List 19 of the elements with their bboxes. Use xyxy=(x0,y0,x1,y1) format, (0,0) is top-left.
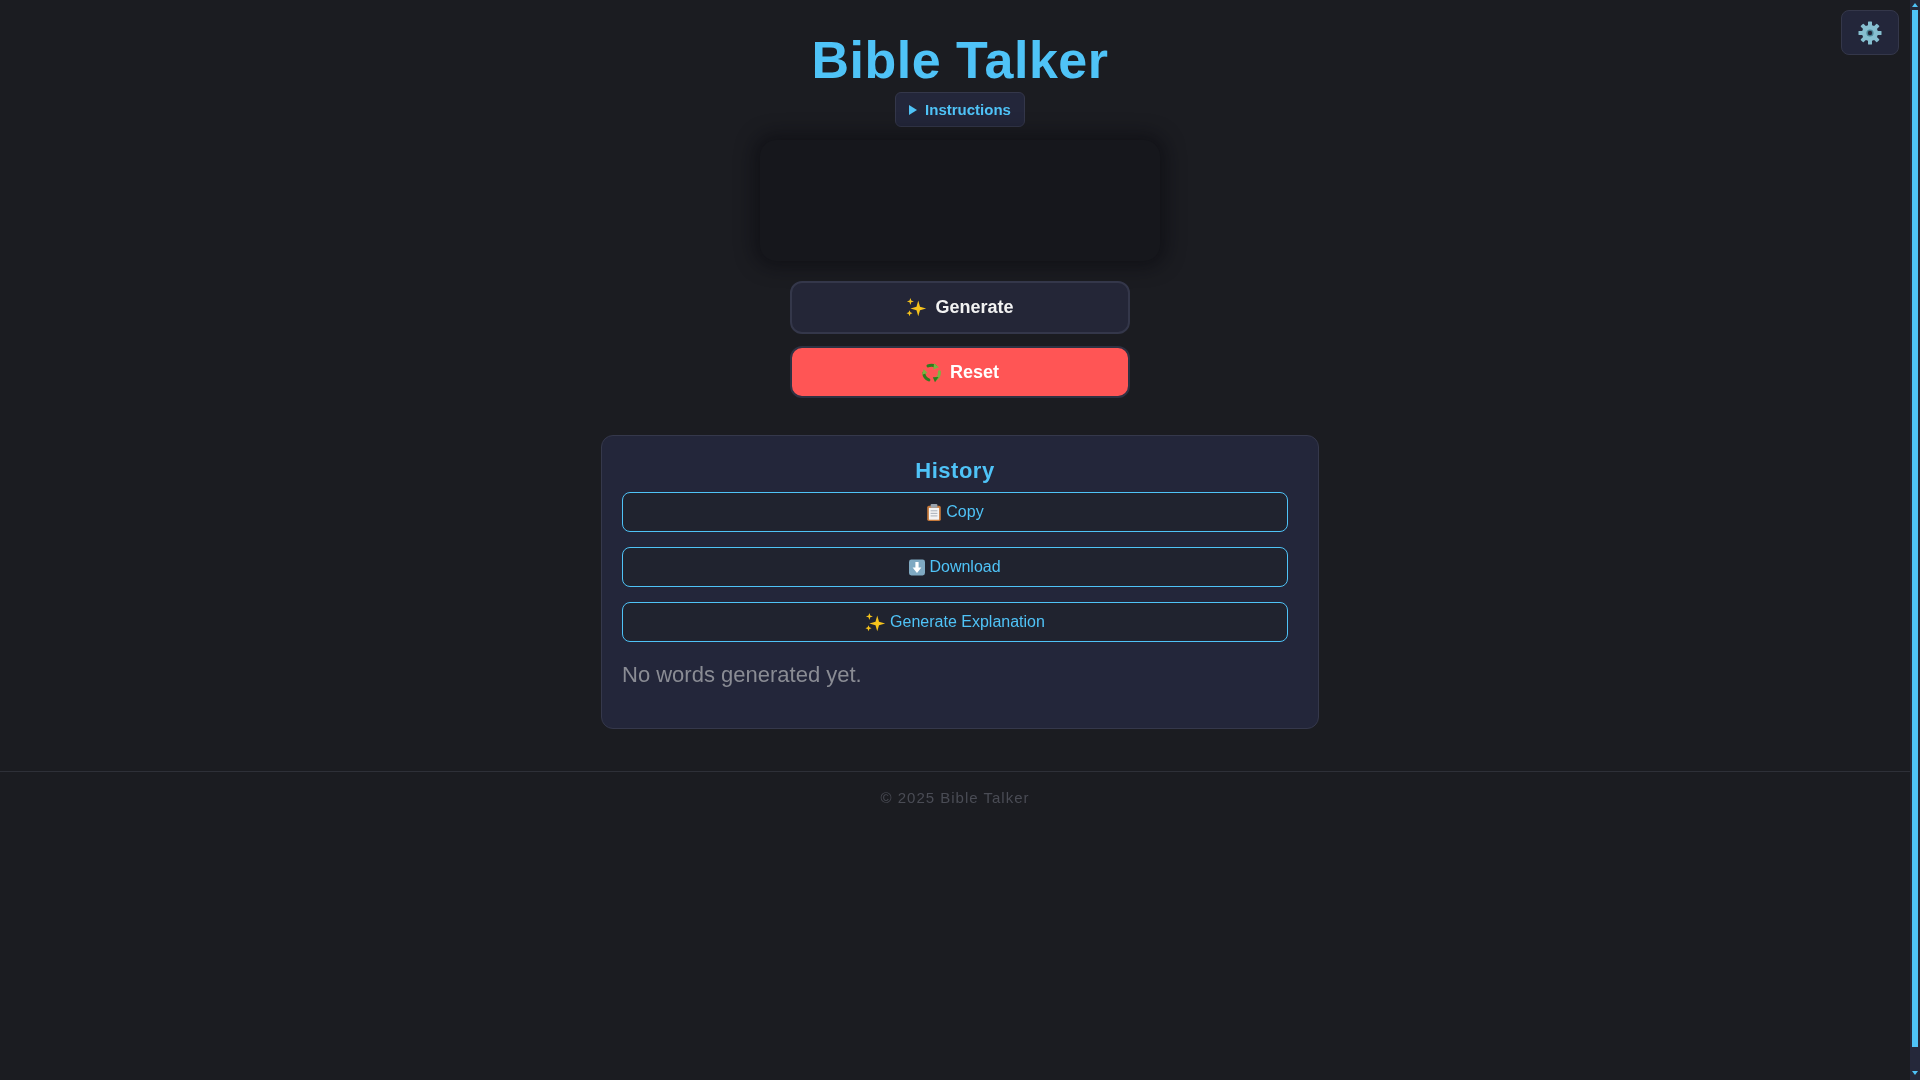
history-title: History xyxy=(914,458,996,484)
copy-button[interactable]: Copy xyxy=(622,492,1288,532)
clipboard-icon xyxy=(926,503,943,521)
generate-explanation-button[interactable]: Generate Explanation xyxy=(622,602,1288,642)
settings-icon xyxy=(1858,20,1882,45)
scrollbar-thumb[interactable] xyxy=(1912,10,1918,1047)
download-button[interactable]: Download xyxy=(622,547,1288,587)
generate-button[interactable]: Generate xyxy=(790,281,1130,334)
scroll-up-icon xyxy=(1912,3,1918,7)
empty-history-message: No words generated yet. xyxy=(622,662,862,688)
down-arrow-square-icon xyxy=(909,558,926,576)
recycle-icon xyxy=(921,361,942,383)
scrollbar[interactable] xyxy=(1910,0,1920,1080)
instructions-toggle[interactable]: Instructions xyxy=(895,92,1025,127)
scroll-down-icon xyxy=(1912,1071,1918,1075)
sparkle-icon xyxy=(906,297,928,318)
settings-button[interactable] xyxy=(1841,10,1899,55)
sparkle-icon xyxy=(865,611,887,633)
app-title: Bible Talker xyxy=(811,30,1109,91)
